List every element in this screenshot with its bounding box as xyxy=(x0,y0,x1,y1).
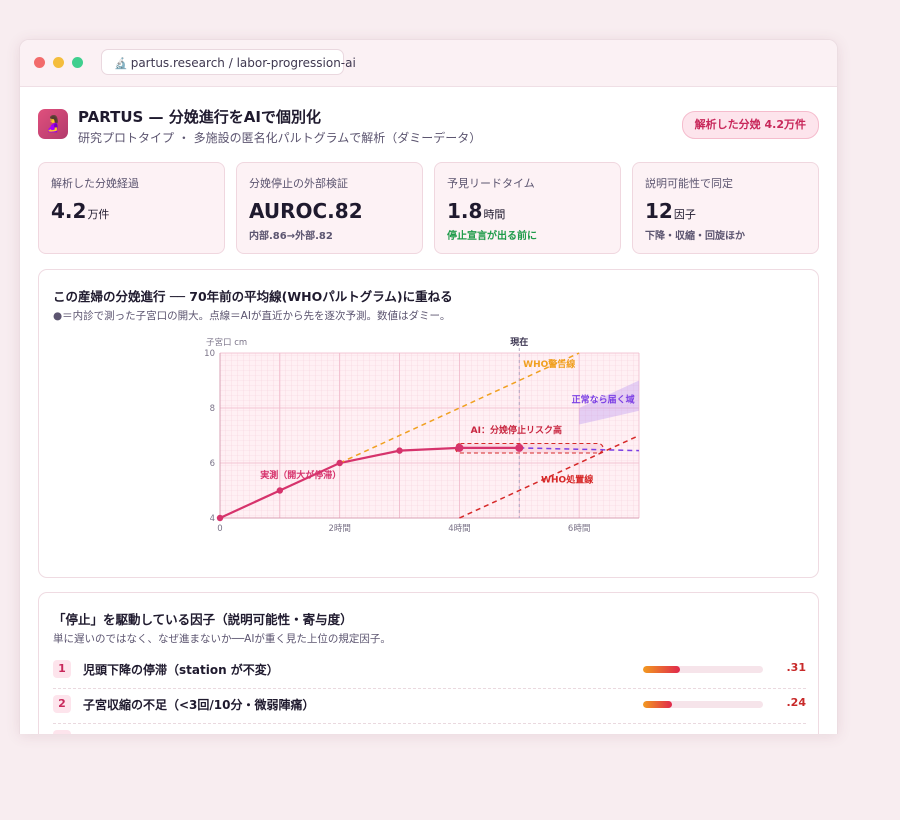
address-bar-url: partus.research / labor-progression-ai xyxy=(130,56,356,70)
kpi-note: 下降・収縮・回旋ほか xyxy=(645,231,745,242)
kpi-unit: 万件 xyxy=(87,208,110,221)
kpi-value-wrap: 12因子 xyxy=(645,199,806,223)
kpi-label: 分娩停止の外部検証 xyxy=(249,177,348,190)
microscope-icon: 🔬 xyxy=(114,57,128,70)
partograph-chart: 468100 2時間 4時間 6時間 子宮口 cm 現在 WHO警告線 WHO処置線 … xyxy=(204,336,640,534)
plot-minor-grid xyxy=(220,353,639,518)
measured-point xyxy=(276,487,284,494)
measured-point xyxy=(396,447,403,454)
kpi-label: 説明可能性で同定 xyxy=(645,177,733,190)
page-header: 🤰 PARTUS — 分娩進行をAIで個別化 研究プロトタイプ ・ 多施設の匿名… xyxy=(38,86,819,162)
kpi-value-wrap: AUROC.82 xyxy=(249,199,410,223)
measured-point xyxy=(455,443,464,452)
kpi-value-wrap: 4.2万件 xyxy=(51,199,212,223)
page-title: PARTUS — 分娩進行をAIで個別化 xyxy=(78,108,321,126)
factor-bar-fill xyxy=(643,701,672,708)
maximize-window-button[interactable] xyxy=(72,57,83,68)
x-tick-label: 0 xyxy=(217,524,222,534)
browser-window: 🔬 partus.research / labor-progression-ai … xyxy=(19,39,838,734)
now-label: 現在 xyxy=(510,336,528,348)
card-title: 「停止」を駆動している因子（説明可能性・寄与度） xyxy=(53,612,353,627)
factor-rank: 1 xyxy=(53,660,71,678)
x-tick-label: 6時間 xyxy=(568,524,590,534)
measured-series-label: 実測（開大が停滞） xyxy=(260,469,341,481)
measured-point xyxy=(515,443,524,452)
kpi-card-cases: 解析した分娩経過 4.2万件 xyxy=(38,162,225,254)
minimize-window-button[interactable] xyxy=(53,57,64,68)
x-tick-label: 4時間 xyxy=(448,524,470,534)
factor-row: 1 児頭下降の停滞（station が不変） .31 xyxy=(53,653,806,689)
factors-card: 「停止」を駆動している因子（説明可能性・寄与度） 単に遅いのではなく、なぜ進まな… xyxy=(38,592,819,734)
address-bar[interactable]: 🔬 partus.research / labor-progression-ai xyxy=(101,49,356,75)
kpi-card-factors: 説明可能性で同定 12因子 下降・収縮・回旋ほか xyxy=(632,162,819,254)
x-tick-label: 2時間 xyxy=(329,524,351,534)
kpi-value: 1.8 xyxy=(447,199,483,223)
risk-annotation-label: AI：分娩停止リスク高 xyxy=(471,424,562,436)
factor-bar-track xyxy=(643,701,763,708)
factor-rank: 2 xyxy=(53,695,71,713)
factor-row: 3 xyxy=(53,723,806,734)
who-alert-line-label: WHO警告線 xyxy=(523,358,575,370)
kpi-label: 解析した分娩経過 xyxy=(51,177,139,190)
measured-point xyxy=(336,459,343,467)
cases-analyzed-badge: 解析した分娩 4.2万件 xyxy=(681,111,819,139)
kpi-value: 4.2 xyxy=(51,199,87,223)
kpi-value: AUROC.82 xyxy=(249,199,363,223)
factor-row: 2 子宮収縮の不足（<3回/10分・微弱陣痛） .24 xyxy=(53,688,806,724)
factor-value: .31 xyxy=(786,661,807,674)
y-tick-label: 4 xyxy=(210,514,215,524)
who-action-line-label: WHO処置線 xyxy=(541,473,593,485)
y-tick-label: 10 xyxy=(204,349,215,359)
measured-point xyxy=(216,514,224,522)
factor-label: 児頭下降の停滞（station が不変） xyxy=(83,663,279,677)
kpi-label: 予見リードタイム xyxy=(447,177,535,190)
y-tick-label: 6 xyxy=(210,459,215,469)
close-window-button[interactable] xyxy=(34,57,45,68)
card-subtitle: 単に遅いのではなく、なぜ進まないか──AIが重く見た上位の規定因子。 xyxy=(53,633,391,645)
kpi-note: 内部.86→外部.82 xyxy=(249,231,333,242)
labor-progress-card: この産婦の分娩進行 ── 70年前の平均線(WHOパルトグラム)に重ねる ●＝内… xyxy=(38,269,819,578)
kpi-note: 停止宣言が出る前に xyxy=(447,231,537,242)
kpi-unit: 因子 xyxy=(673,208,696,221)
kpi-card-auroc: 分娩停止の外部検証 AUROC.82 内部.86→外部.82 xyxy=(236,162,423,254)
factor-label: 子宮収縮の不足（<3回/10分・微弱陣痛） xyxy=(83,698,315,712)
factor-rank: 3 xyxy=(53,730,71,734)
y-axis-label: 子宮口 cm xyxy=(206,337,247,348)
pregnant-person-icon: 🤰 xyxy=(38,109,68,139)
kpi-unit: 時間 xyxy=(483,208,506,221)
page-content: 🤰 PARTUS — 分娩進行をAIで個別化 研究プロトタイプ ・ 多施設の匿名… xyxy=(38,86,819,734)
factor-bar-track xyxy=(643,666,763,673)
kpi-card-lead-time: 予見リードタイム 1.8時間 停止宣言が出る前に xyxy=(434,162,621,254)
factor-value: .24 xyxy=(786,696,807,709)
kpi-value-wrap: 1.8時間 xyxy=(447,199,608,223)
factor-bar-fill xyxy=(643,666,681,673)
y-tick-label: 8 xyxy=(210,404,215,414)
browser-titlebar: 🔬 partus.research / labor-progression-ai xyxy=(20,40,837,87)
kpi-row: 解析した分娩経過 4.2万件 分娩停止の外部検証 AUROC.82 内部.86→… xyxy=(38,162,819,254)
normal-band-label: 正常なら届く域 xyxy=(572,394,635,406)
kpi-value: 12 xyxy=(645,199,673,223)
page-subtitle: 研究プロトタイプ ・ 多施設の匿名化パルトグラムで解析（ダミーデータ） xyxy=(78,131,482,145)
